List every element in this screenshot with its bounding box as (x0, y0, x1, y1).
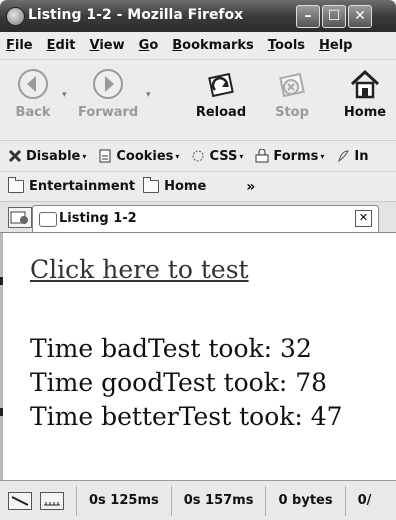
bookmarks-overflow-chevron[interactable]: » (246, 179, 255, 195)
disable-label: Disable (26, 148, 81, 164)
menu-edit-rest: dit (55, 38, 76, 53)
new-tab-button[interactable] (8, 207, 32, 228)
forward-button[interactable]: Forward (78, 66, 138, 120)
menu-view-key: V (89, 38, 100, 53)
new-tab-icon (10, 211, 28, 224)
forms-label: Forms (273, 148, 319, 164)
menu-go-rest: o (149, 38, 159, 53)
css-label: CSS (209, 148, 238, 164)
firefox-icon (6, 7, 25, 26)
reload-icon (208, 72, 234, 98)
cookies-icon (99, 149, 111, 163)
menu-go-key: G (138, 38, 150, 53)
home-button[interactable]: Home (340, 66, 390, 120)
css-menu[interactable]: CSS ▾ (191, 149, 243, 164)
close-window-button[interactable]: ✕ (348, 5, 372, 28)
network-icon[interactable] (8, 492, 32, 510)
title-bar: Listing 1-2 - Mozilla Firefox – ☐ ✕ (0, 0, 396, 32)
timeline-graph-icon (44, 502, 60, 506)
menu-help[interactable]: Help (319, 38, 352, 53)
status-time-1: 0s 125ms (76, 486, 171, 516)
images-menu[interactable]: In (336, 149, 368, 164)
disable-menu[interactable]: Disable ▾ (8, 149, 86, 164)
result-good-test: Time goodTest took: 78 (30, 368, 328, 397)
forms-icon (255, 149, 269, 163)
back-dropdown-icon[interactable]: ▾ (62, 90, 67, 100)
reload-button[interactable]: Reload (193, 66, 249, 120)
web-developer-toolbar: Disable ▾ Cookies ▾ CSS ▾ Forms ▾ In (0, 141, 396, 172)
status-bytes: 0 bytes (265, 486, 344, 516)
timeline-icon[interactable] (40, 492, 64, 510)
bookmark-label: Entertainment (29, 179, 136, 194)
back-label: Back (15, 105, 51, 120)
menu-help-key: H (319, 38, 330, 53)
menu-help-rest: elp (329, 38, 353, 53)
menu-edit-key: E (46, 38, 56, 53)
tab-listing-1-2[interactable]: Listing 1-2 ✕ (32, 205, 379, 232)
menu-bar: File Edit View Go Bookmarks Tools Help (0, 32, 396, 60)
menu-bookmarks[interactable]: Bookmarks (172, 38, 254, 53)
left-edge-mark (0, 277, 3, 285)
test-link[interactable]: Click here to test (30, 255, 249, 284)
images-label: In (354, 148, 369, 164)
cookies-dropdown-icon: ▾ (175, 151, 180, 161)
menu-file-key: F (6, 38, 15, 53)
navigation-toolbar: Back ▾ Forward ▾ Reload Stop Home (0, 60, 396, 141)
forward-label: Forward (78, 105, 139, 120)
menu-view[interactable]: View (90, 38, 125, 53)
menu-edit[interactable]: Edit (47, 38, 76, 53)
bookmark-label: Home (164, 179, 207, 194)
page-icon (39, 212, 57, 227)
tab-label: Listing 1-2 (59, 211, 137, 226)
window-title: Listing 1-2 - Mozilla Firefox (28, 7, 244, 23)
tab-strip: Listing 1-2 ✕ (0, 202, 396, 233)
cookies-menu[interactable]: Cookies ▾ (98, 149, 179, 164)
folder-icon (8, 177, 24, 193)
stop-icon (279, 72, 305, 98)
disable-icon (8, 149, 22, 163)
disable-dropdown-icon: ▾ (82, 151, 87, 161)
folder-icon (143, 177, 160, 193)
bookmark-folder-home[interactable]: Home (143, 177, 207, 194)
reload-label: Reload (195, 105, 247, 120)
result-bad-test: Time badTest took: 32 (30, 334, 312, 363)
page-content: Click here to test Time badTest took: 32… (0, 233, 396, 480)
maximize-button[interactable]: ☐ (322, 5, 346, 28)
menu-bookmarks-rest: ookmarks (182, 38, 254, 53)
home-label: Home (343, 105, 387, 120)
left-edge-mark (0, 408, 3, 416)
cookies-label: Cookies (116, 148, 174, 164)
menu-file-rest: ile (14, 38, 33, 53)
status-tail: 0/ (344, 486, 384, 516)
menu-file[interactable]: File (6, 38, 33, 53)
forward-icon (93, 69, 123, 99)
images-icon (338, 150, 350, 163)
back-button[interactable]: Back (12, 66, 54, 120)
css-icon (192, 150, 204, 162)
browser-window: Listing 1-2 - Mozilla Firefox – ☐ ✕ File… (0, 0, 396, 520)
network-graph-icon (11, 496, 29, 506)
forms-menu[interactable]: Forms ▾ (255, 149, 324, 164)
css-dropdown-icon: ▾ (239, 151, 244, 161)
stop-label: Stop (275, 105, 309, 120)
minimize-button[interactable]: – (296, 5, 320, 28)
menu-tools-key: T (267, 38, 275, 53)
result-better-test: Time betterTest took: 47 (30, 402, 343, 431)
menu-tools-rest: ools (274, 38, 306, 53)
bookmark-folder-entertainment[interactable]: Entertainment (8, 177, 136, 194)
close-tab-button[interactable]: ✕ (355, 210, 372, 227)
stop-button[interactable]: Stop (272, 66, 312, 120)
status-time-2: 0s 157ms (170, 486, 266, 516)
menu-go[interactable]: Go (139, 38, 159, 53)
menu-bookmarks-key: B (172, 38, 183, 53)
forms-dropdown-icon: ▾ (320, 151, 325, 161)
menu-view-rest: iew (99, 38, 125, 53)
menu-tools[interactable]: Tools (268, 38, 305, 53)
forward-dropdown-icon[interactable]: ▾ (146, 90, 151, 100)
status-bar: 0s 125ms 0s 157ms 0 bytes 0/ (0, 480, 396, 520)
back-icon (18, 69, 48, 99)
home-icon (350, 69, 380, 99)
bookmarks-toolbar: Entertainment Home » (0, 172, 396, 202)
